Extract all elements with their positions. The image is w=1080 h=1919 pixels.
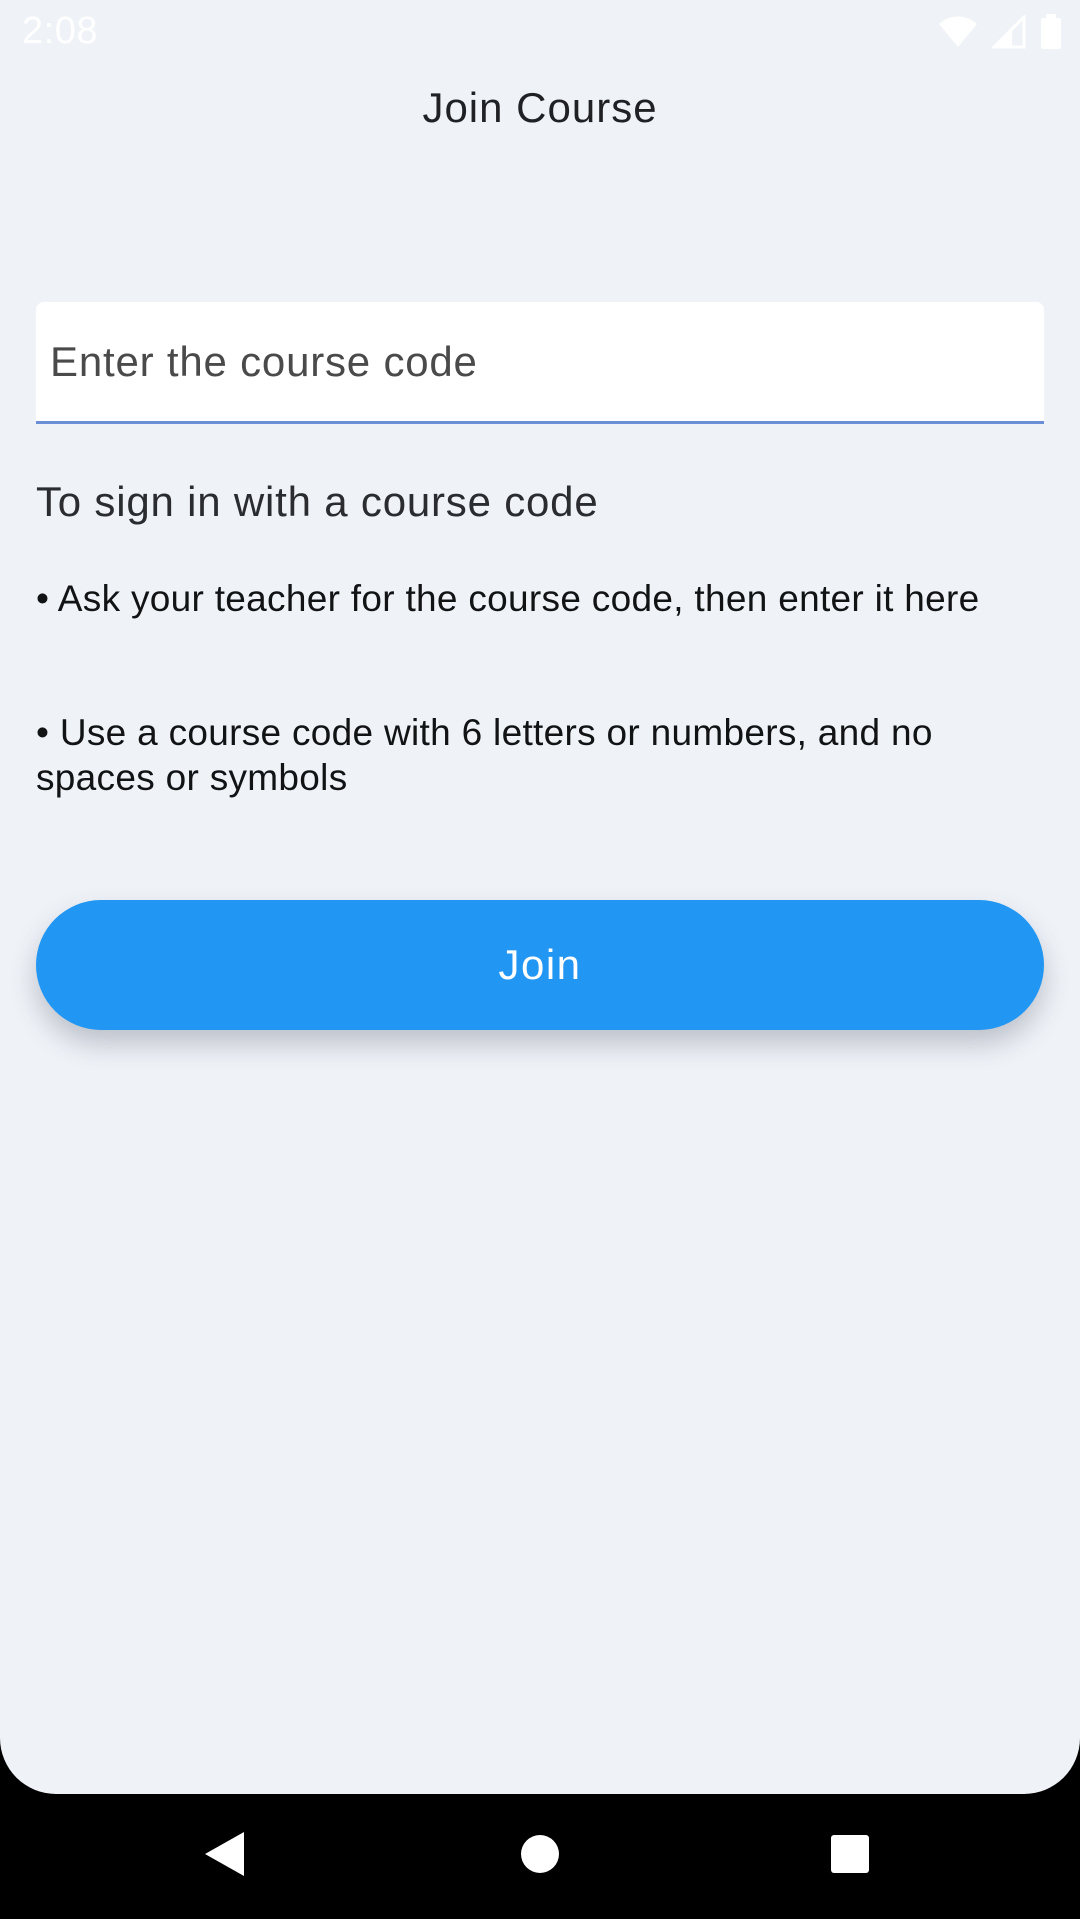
app-screen: 2:08 Join Course T bbox=[0, 0, 1080, 1794]
recent-apps-button[interactable] bbox=[818, 1824, 882, 1888]
course-code-field[interactable] bbox=[36, 302, 1044, 424]
help-bullet-format: • Use a course code with 6 letters or nu… bbox=[36, 712, 933, 798]
home-button[interactable] bbox=[508, 1824, 572, 1888]
help-heading: To sign in with a course code bbox=[36, 478, 599, 525]
status-time: 2:08 bbox=[22, 10, 98, 52]
help-bullet-teacher: • Ask your teacher for the course code, … bbox=[36, 578, 980, 619]
back-button[interactable] bbox=[192, 1824, 256, 1888]
page-title: Join Course bbox=[422, 84, 658, 131]
status-icons bbox=[938, 14, 1062, 50]
status-bar: 2:08 bbox=[0, 0, 1080, 64]
recent-apps-icon bbox=[830, 1834, 870, 1879]
home-icon bbox=[520, 1834, 560, 1879]
system-nav-bar bbox=[0, 1794, 1080, 1919]
cellular-signal-icon bbox=[992, 15, 1026, 49]
course-code-input[interactable] bbox=[36, 302, 1044, 421]
back-icon bbox=[202, 1830, 246, 1883]
wifi-icon bbox=[938, 15, 978, 49]
battery-icon bbox=[1040, 14, 1062, 50]
join-button[interactable]: Join bbox=[36, 900, 1044, 1030]
